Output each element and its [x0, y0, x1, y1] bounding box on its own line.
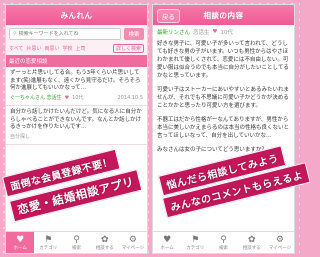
section-header: 最近の恋愛相談 — [6, 55, 147, 67]
category-filter: すべて 片思い 両思い 学校 上司 詳しく検索 — [6, 43, 147, 55]
app-title: みんれん — [60, 10, 93, 20]
page-title: 相談の内容 — [203, 10, 244, 20]
search-icon: ⚲ — [13, 31, 17, 37]
post-body: 好きな男子に、可愛い子が多いって言われて、どうしても好きな男の子がいます。いつも… — [153, 38, 294, 162]
category-school[interactable]: 学校 — [62, 45, 72, 52]
tab-bar: ♥ ホーム ⚑ カテゴリ ⚲ 検索 ✿ 相談する ⚙ マイページ — [6, 231, 147, 253]
tab-consult[interactable]: ✿ 相談する — [238, 232, 266, 253]
post-paragraph: 不器工はだから性格がーなんてありますが、男性から本当に美しいかえまらるのは本当の… — [157, 117, 290, 139]
post-text: ずーっと片思いしてる合。もう3年くらい片思いしてます(笑)進展もなく、遠くから見… — [10, 70, 141, 91]
post-list-item[interactable]: 自分から話しかけたいんだけど。気になる人に自分からしゃべることができないんです。… — [6, 106, 147, 145]
heart-icon: ♥ — [16, 234, 25, 245]
tab-home[interactable]: ♥ ホーム — [153, 232, 181, 253]
post-meta: ぐーちゃんさん 恋活生 ♥ 10代 2014.10.5 — [10, 95, 143, 103]
tab-mypage[interactable]: ⚙ マイページ — [266, 232, 294, 253]
back-button[interactable]: 戻る — [157, 9, 180, 23]
heart-icon: ♥ — [64, 94, 70, 101]
post-paragraph: 可愛い子はストーカーにあいやすいとあるみたいれませんが、それでも不思議に可愛い子… — [157, 87, 290, 109]
category-boss[interactable]: 上司 — [76, 45, 86, 52]
nav-bar: 戻る 相談の内容 — [153, 5, 294, 25]
nav-bar: みんれん — [6, 5, 147, 25]
post-category: 自分探し — [10, 133, 31, 140]
heart-icon: ♥ — [163, 234, 172, 245]
tab-search[interactable]: ⚲ 検索 — [209, 232, 237, 253]
tab-consult[interactable]: ✿ 相談する — [91, 232, 119, 253]
search-row: ⚲ 検索 — [6, 25, 147, 43]
post-text: 自分から話しかけたいんだけど。気になる人に自分からしゃべることができないんです。… — [10, 109, 142, 130]
search-input[interactable] — [18, 31, 117, 37]
tag-icon: ⚑ — [44, 234, 53, 245]
tab-bar: ♥ ホーム ⚑ カテゴリ ⚲ 検索 ✿ 相談する ⚙ マイページ — [153, 231, 294, 253]
tab-search[interactable]: ⚲ 検索 — [62, 232, 90, 253]
ribbon-icon: ✿ — [100, 234, 109, 245]
post-paragraph: 好きな男子に、可愛い子が多いって言われて、どうしても好きな男の子がいます。いつも… — [157, 41, 289, 79]
post-author: 最新リンさん — [157, 30, 191, 36]
post-date: 2014.10.5 — [117, 94, 143, 101]
ribbon-icon: ✿ — [247, 234, 256, 245]
author-age: 10代 — [220, 30, 233, 36]
tab-home[interactable]: ♥ ホーム — [6, 232, 35, 253]
tag-icon: ⚑ — [191, 234, 200, 245]
gear-icon: ⚙ — [128, 234, 137, 245]
tab-category[interactable]: ⚑ カテゴリ — [34, 232, 62, 253]
gear-icon: ⚙ — [275, 234, 284, 245]
search-field[interactable]: ⚲ — [9, 28, 121, 40]
search-button[interactable]: 検索 — [124, 28, 144, 40]
tab-mypage[interactable]: ⚙ マイページ — [119, 232, 147, 253]
detailed-search-link[interactable]: 詳しく検索 — [112, 44, 144, 53]
post-meta: 自分探し — [10, 134, 143, 142]
post-list-item[interactable]: ずーっと片思いしてる合。もう3年くらい片思いしてます(笑)進展もなく、遠くから見… — [6, 67, 147, 106]
category-crush[interactable]: 片思い — [26, 45, 41, 52]
post-author-row: 最新リンさん 恋活生 ♥ 10代 — [153, 25, 294, 38]
post-author: ぐーちゃんさん 恋活生 — [10, 94, 62, 101]
author-status: 恋活生 — [193, 30, 210, 36]
category-mutual[interactable]: 両思い — [44, 45, 59, 52]
heart-icon: ♥ — [212, 29, 218, 35]
search-icon: ⚲ — [73, 234, 80, 245]
category-all[interactable]: すべて — [9, 45, 23, 52]
tab-category[interactable]: ⚑ カテゴリ — [181, 232, 209, 253]
search-icon: ⚲ — [220, 234, 227, 245]
post-age: 10代 — [72, 94, 84, 101]
